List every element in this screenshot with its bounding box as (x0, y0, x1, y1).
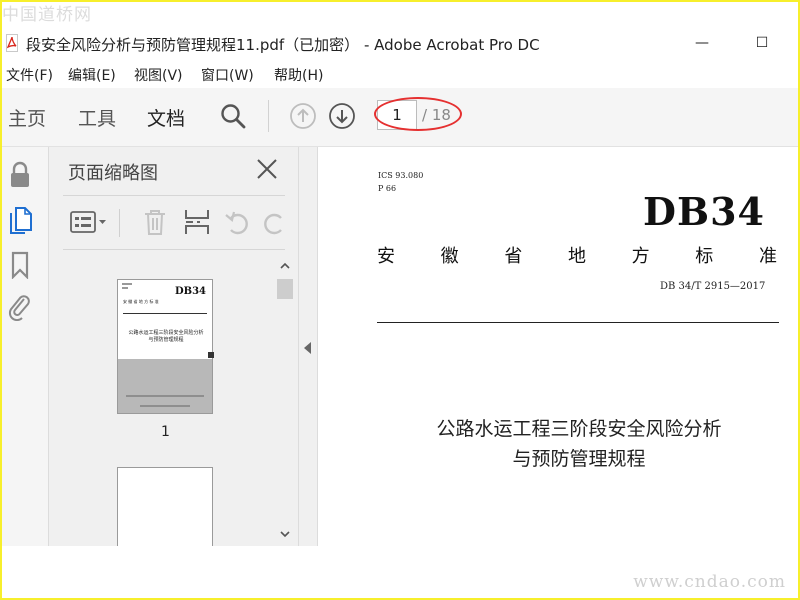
panel-title: 页面缩略图 (68, 163, 158, 184)
doc-subtitle-char: 省 (504, 246, 523, 267)
thumb-title-line1: 公路水运工程三阶段安全风险分析 (128, 330, 204, 336)
menu-edit[interactable]: 编辑(E) (68, 65, 116, 85)
window-title: 段安全风险分析与预防管理规程11.pdf（已加密） - Adobe Acroba… (26, 36, 540, 54)
thumb-shaded-footer (118, 359, 212, 413)
doc-title-line1: 公路水运工程三阶段安全风险分析 (436, 418, 722, 440)
doc-standard-number: DB 34/T 2915—2017 (660, 281, 766, 292)
doc-subtitle-char: 准 (758, 246, 777, 267)
insert-page-icon[interactable] (183, 207, 211, 237)
doc-ics: ICS 93.080 (378, 171, 424, 180)
page-thumbnail-1[interactable]: DB34 安 徽 省 地 方 标 准 公路水运工程三阶段安全风险分析 与预防管理… (117, 279, 214, 414)
thumbnail-toolbar (49, 207, 298, 239)
thumbnail-scrollbar[interactable] (277, 258, 293, 546)
thumb-title-line2: 与预防管理规程 (148, 337, 184, 343)
thumb-rule (123, 313, 207, 314)
attachment-icon[interactable] (8, 293, 32, 321)
doc-subtitle-char: 标 (695, 246, 714, 267)
title-bar: 段安全风险分析与预防管理规程11.pdf（已加密） - Adobe Acroba… (0, 28, 800, 60)
doc-subtitle-char: 方 (631, 246, 650, 267)
scroll-down-icon[interactable] (279, 528, 291, 540)
thumb-code: DB34 (174, 286, 206, 297)
close-icon[interactable] (255, 157, 279, 181)
page-thumbnails-panel: 页面缩略图 DB34 安 徽 省 地 方 标 准 公路水运工程三阶段安全风险分析… (49, 147, 298, 546)
next-page-icon[interactable] (328, 102, 356, 130)
doc-title-line2: 与预防管理规程 (512, 448, 646, 470)
thumb-resize-handle[interactable] (208, 352, 214, 358)
watermark-bottom: www.cndao.com (633, 572, 786, 592)
lock-icon[interactable] (8, 161, 32, 189)
menu-window[interactable]: 窗口(W) (201, 65, 254, 85)
navigation-pane-rail (0, 147, 49, 546)
scroll-up-icon[interactable] (279, 260, 291, 272)
page-thumbnail-2[interactable] (117, 467, 213, 546)
rotate-clockwise-icon[interactable] (263, 207, 285, 237)
previous-page-icon[interactable] (289, 102, 317, 130)
page-thumbnails-icon[interactable] (8, 205, 34, 235)
thumb-subtitle: 安 徽 省 地 方 标 准 (123, 299, 159, 304)
doc-subtitle-char: 徽 (440, 246, 459, 267)
minimize-icon: — (695, 35, 709, 51)
rotate-counterclockwise-icon[interactable] (223, 207, 253, 237)
doc-subtitle-char: 安 (377, 246, 395, 267)
search-icon[interactable] (219, 102, 247, 130)
toolbar-separator (268, 100, 269, 132)
doc-rule (377, 322, 779, 323)
panel-divider (63, 195, 285, 196)
thumb-header-mark (122, 287, 128, 289)
doc-subtitle-char: 地 (567, 246, 586, 267)
delete-page-icon[interactable] (141, 207, 169, 237)
tab-document[interactable]: 文档 (147, 104, 185, 131)
scrollbar-thumb[interactable] (277, 279, 293, 299)
minimize-button[interactable]: — (690, 32, 714, 54)
options-menu-icon[interactable] (69, 207, 109, 237)
thumb-header-mark (122, 283, 132, 285)
thumbnail-list: DB34 安 徽 省 地 方 标 准 公路水运工程三阶段安全风险分析 与预防管理… (49, 255, 279, 546)
thumbnail-page-label: 1 (161, 424, 170, 440)
collapse-left-icon[interactable] (304, 342, 311, 354)
document-view: ICS 93.080 P 66 DB34 安 徽 省 地 方 标 准 DB 34… (319, 147, 800, 597)
menu-file[interactable]: 文件(F) (6, 65, 53, 85)
tools-separator (119, 209, 120, 237)
pane-splitter[interactable] (298, 147, 318, 546)
doc-standard-code: DB34 (643, 189, 765, 234)
bookmark-icon[interactable] (8, 251, 32, 279)
panel-divider (63, 249, 285, 250)
tab-home[interactable]: 主页 (8, 104, 46, 131)
maximize-button[interactable]: ☐ (750, 32, 774, 54)
tab-tools[interactable]: 工具 (78, 104, 116, 131)
annotation-circle (374, 97, 462, 131)
watermark-top: 中国道桥网 (2, 5, 92, 25)
doc-subtitle: 安 徽 省 地 方 标 准 (377, 242, 777, 268)
maximize-icon: ☐ (755, 35, 769, 51)
menu-bar: 文件(F) 编辑(E) 视图(V) 窗口(W) 帮助(H) (0, 62, 800, 86)
acrobat-pdf-icon (6, 34, 18, 52)
thumb-footer-mark (126, 395, 204, 397)
menu-view[interactable]: 视图(V) (134, 65, 183, 85)
doc-p-code: P 66 (378, 184, 397, 193)
thumb-footer-mark (140, 405, 190, 407)
menu-help[interactable]: 帮助(H) (274, 65, 323, 85)
